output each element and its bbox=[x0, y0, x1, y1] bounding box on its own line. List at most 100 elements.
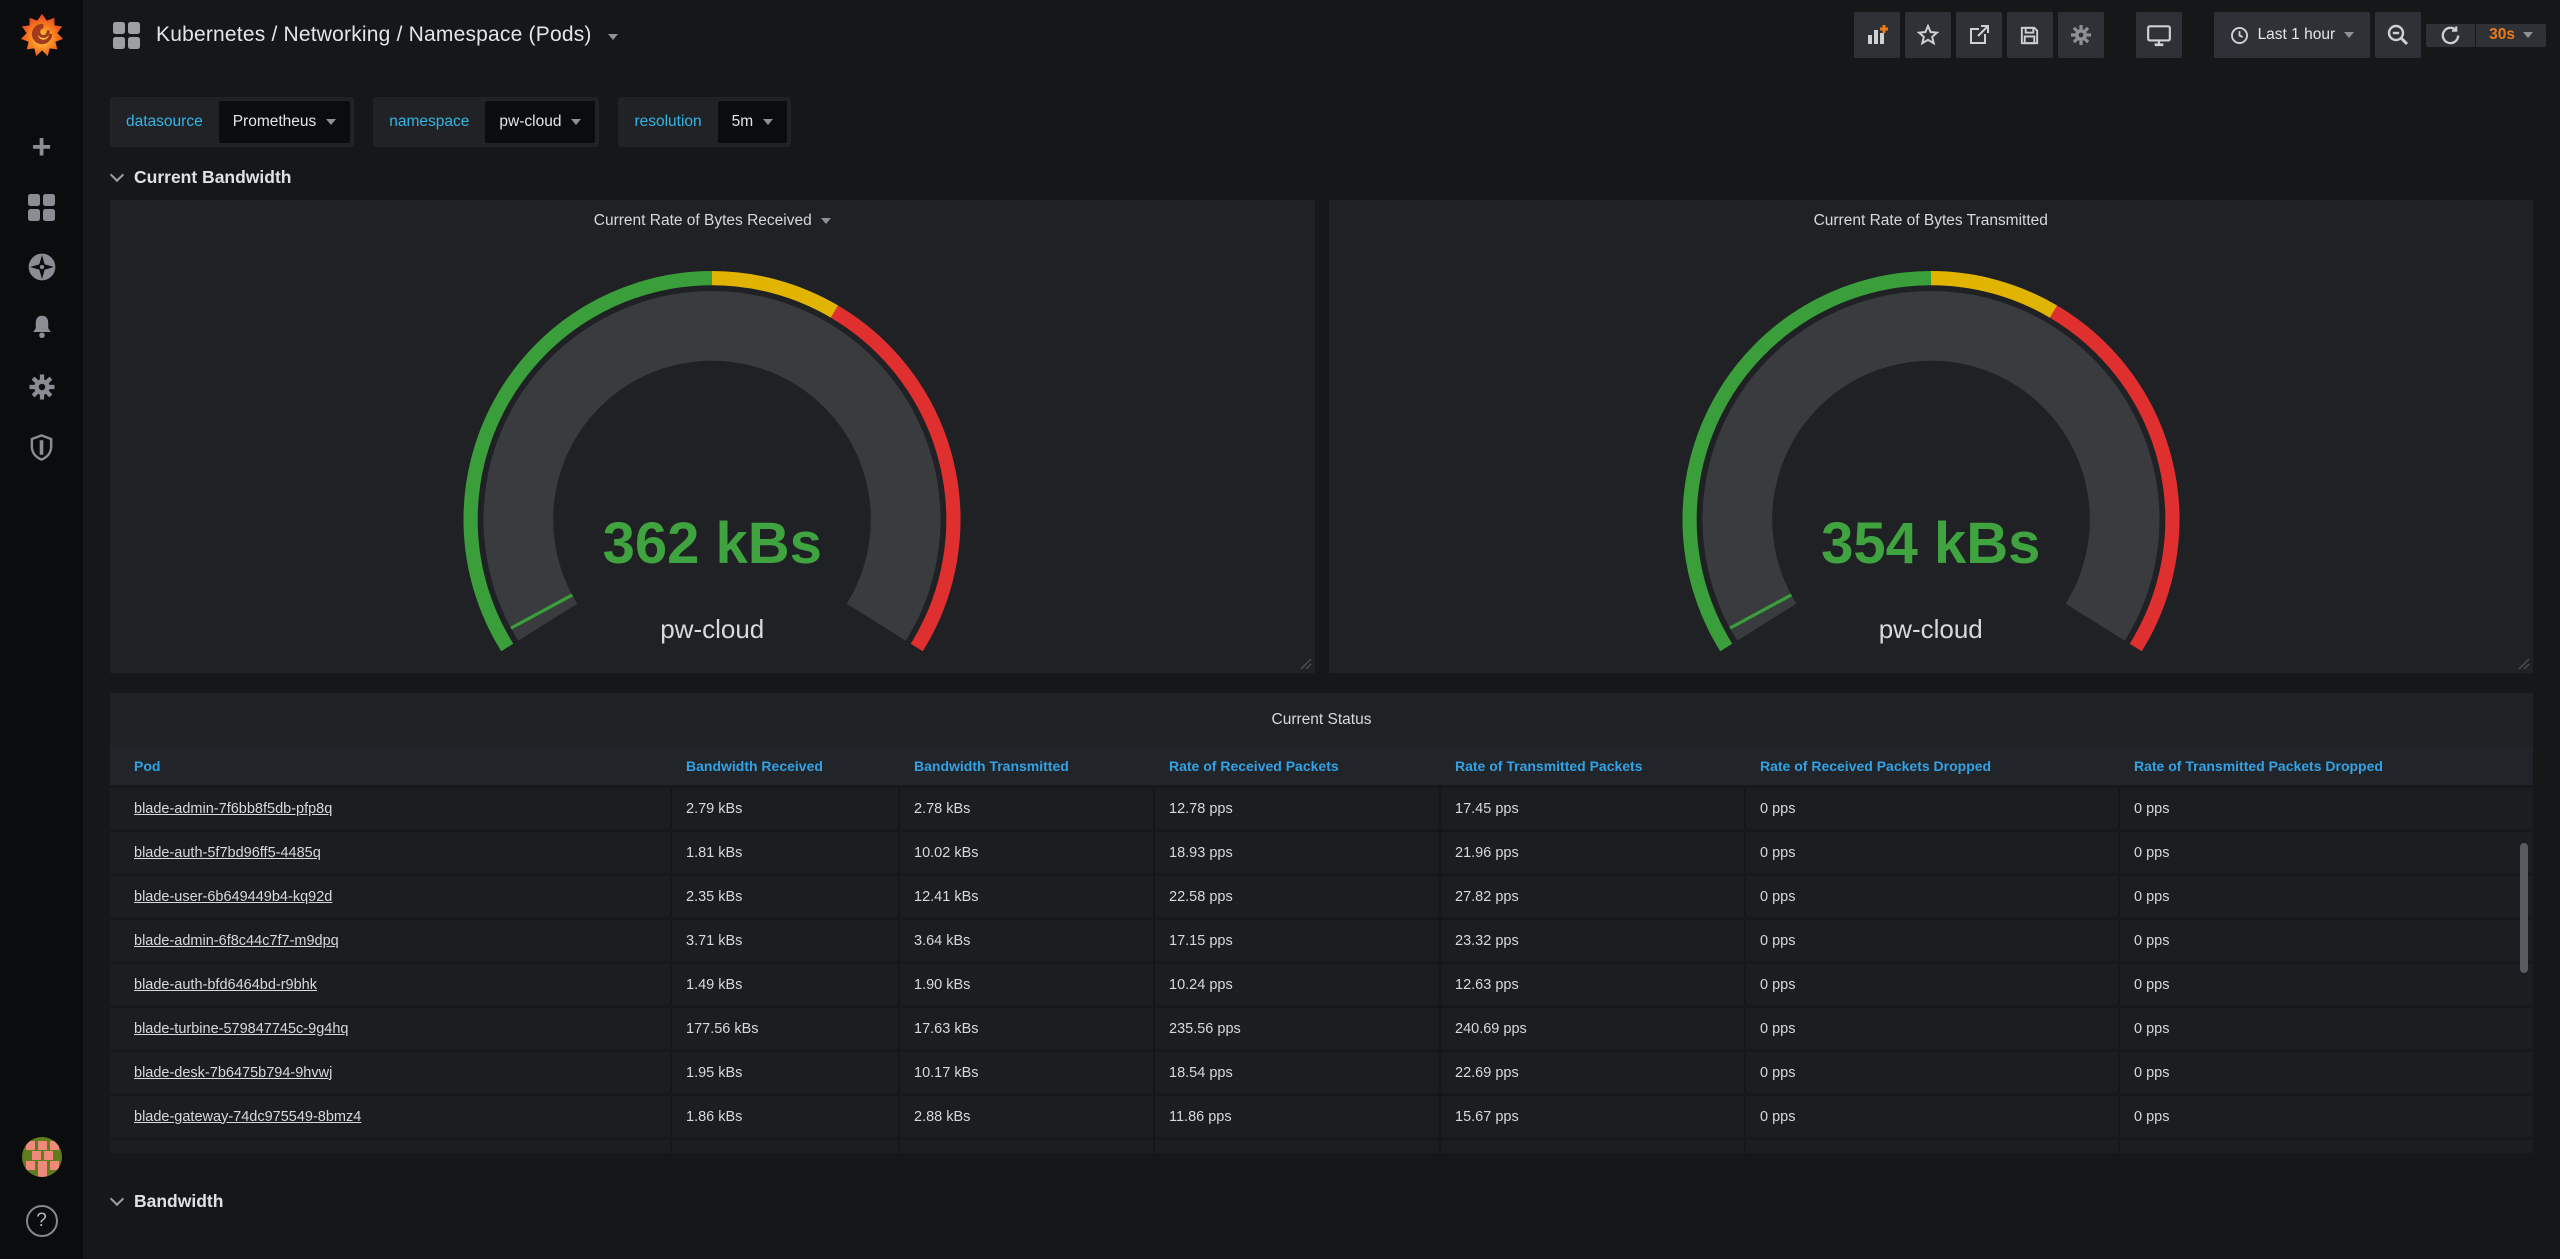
table-cell: 1.95 kBs bbox=[672, 1052, 900, 1093]
star-button[interactable] bbox=[1905, 12, 1951, 58]
table-cell: 0 pps bbox=[1746, 876, 2120, 917]
datasource-select[interactable]: Prometheus bbox=[219, 101, 351, 143]
table-cell: 2.78 kBs bbox=[900, 788, 1155, 829]
table-cell: 0 pps bbox=[2120, 964, 2533, 1005]
explore-compass-icon[interactable] bbox=[25, 250, 59, 284]
section-current-bandwidth[interactable]: Current Bandwidth bbox=[112, 167, 2533, 188]
table-cell: 2.88 kBs bbox=[900, 1096, 1155, 1137]
save-icon bbox=[2018, 24, 2041, 47]
column-header[interactable]: Rate of Transmitted Packets bbox=[1441, 758, 1746, 774]
table-row: blade-admin-7f6bb8f5db-pfp8q2.79 kBs2.78… bbox=[110, 785, 2533, 829]
table-cell: 68.66 pps bbox=[1441, 1140, 1746, 1153]
variable-label: namespace bbox=[373, 113, 485, 131]
table-cell: 0 pps bbox=[1746, 788, 2120, 829]
pod-link[interactable]: blade-turbine-579847745c-9g4hq bbox=[134, 1021, 348, 1037]
zoom-out-button[interactable] bbox=[2375, 12, 2421, 58]
pod-link[interactable]: blade-admin-6f8c44c7f7-m9dpq bbox=[134, 933, 339, 949]
table-cell: 1.81 kBs bbox=[672, 832, 900, 873]
share-button[interactable] bbox=[1956, 12, 2002, 58]
column-header[interactable]: Rate of Received Packets Dropped bbox=[1746, 758, 2120, 774]
variable-label: resolution bbox=[618, 113, 717, 131]
panel-resize-handle[interactable] bbox=[1300, 658, 1312, 670]
gauge-bytes-received: 362 kBs pw-cloud bbox=[110, 242, 1315, 673]
dashboard-settings-button[interactable] bbox=[2058, 12, 2104, 58]
column-header[interactable]: Rate of Received Packets bbox=[1155, 758, 1441, 774]
top-navbar: Kubernetes / Networking / Namespace (Pod… bbox=[83, 0, 2560, 70]
table-cell: 1.90 kBs bbox=[900, 964, 1155, 1005]
alerting-bell-icon[interactable] bbox=[25, 310, 59, 344]
tv-mode-button[interactable] bbox=[2136, 12, 2182, 58]
dashboard-title-button[interactable]: Kubernetes / Networking / Namespace (Pod… bbox=[113, 22, 618, 49]
table-cell: 0 pps bbox=[1746, 964, 2120, 1005]
zoom-out-icon bbox=[2386, 23, 2410, 47]
refresh-interval-picker[interactable]: 30s bbox=[2476, 24, 2546, 47]
resolution-select[interactable]: 5m bbox=[718, 101, 788, 143]
monitor-icon bbox=[2146, 22, 2172, 48]
pod-link[interactable]: blade-message-6dc46477cb-hks2n bbox=[134, 1153, 361, 1154]
column-header[interactable]: Bandwidth Transmitted bbox=[900, 758, 1155, 774]
table-cell: blade-turbine-579847745c-9g4hq bbox=[110, 1008, 672, 1049]
table-cell: blade-gateway-74dc975549-8bmz4 bbox=[110, 1096, 672, 1137]
column-header[interactable]: Rate of Transmitted Packets Dropped bbox=[2120, 758, 2533, 774]
table-cell: 10.24 pps bbox=[1155, 964, 1441, 1005]
refresh-button[interactable] bbox=[2426, 24, 2475, 47]
admin-shield-icon[interactable] bbox=[25, 430, 59, 464]
datasource-variable: datasource Prometheus bbox=[110, 97, 354, 147]
sidebar-bottom: ? bbox=[22, 1137, 62, 1259]
table-cell: 0 pps bbox=[1746, 1140, 2120, 1153]
pod-link[interactable]: blade-auth-bfd6464bd-r9bhk bbox=[134, 977, 317, 993]
sidebar: + bbox=[0, 0, 83, 1259]
table-cell: 1.86 kBs bbox=[672, 1096, 900, 1137]
table-scrollbar[interactable] bbox=[2520, 843, 2528, 973]
panel-resize-handle[interactable] bbox=[2518, 658, 2530, 670]
chevron-down-icon bbox=[821, 218, 831, 224]
panel-bytes-transmitted: Current Rate of Bytes Transmitted 354 kB… bbox=[1329, 200, 2534, 673]
panel-title-bytes-received[interactable]: Current Rate of Bytes Received bbox=[110, 200, 1315, 242]
panel-title-current-status[interactable]: Current Status bbox=[110, 693, 2533, 747]
star-icon bbox=[1916, 23, 1940, 47]
table-cell: 240.69 pps bbox=[1441, 1008, 1746, 1049]
dashboards-grid-icon[interactable] bbox=[25, 190, 59, 224]
table-cell: blade-desk-7b6475b794-9hvwj bbox=[110, 1052, 672, 1093]
table-cell: 3.64 kBs bbox=[900, 920, 1155, 961]
table-row: blade-user-6b649449b4-kq92d2.35 kBs12.41… bbox=[110, 873, 2533, 917]
table-cell: 0 pps bbox=[2120, 788, 2533, 829]
table-cell: 12.78 pps bbox=[1155, 788, 1441, 829]
chevron-down-icon bbox=[2523, 32, 2533, 38]
column-header[interactable]: Bandwidth Received bbox=[672, 758, 900, 774]
refresh-interval-label: 30s bbox=[2489, 26, 2515, 44]
gauge-series-label: pw-cloud bbox=[110, 614, 1315, 645]
help-icon[interactable]: ? bbox=[26, 1205, 58, 1237]
panel-title-bytes-transmitted[interactable]: Current Rate of Bytes Transmitted bbox=[1329, 200, 2534, 242]
pod-link[interactable]: blade-desk-7b6475b794-9hvwj bbox=[134, 1065, 332, 1081]
configuration-gear-icon[interactable] bbox=[25, 370, 59, 404]
create-plus-icon[interactable]: + bbox=[25, 130, 59, 164]
pod-link[interactable]: blade-user-6b649449b4-kq92d bbox=[134, 889, 332, 905]
namespace-variable: namespace pw-cloud bbox=[373, 97, 599, 147]
chevron-down-icon bbox=[571, 119, 581, 125]
time-range-picker[interactable]: Last 1 hour bbox=[2214, 12, 2371, 58]
page-title: Kubernetes / Networking / Namespace (Pod… bbox=[156, 23, 592, 47]
grafana-logo-icon[interactable] bbox=[19, 12, 65, 58]
save-button[interactable] bbox=[2007, 12, 2053, 58]
pod-link[interactable]: blade-gateway-74dc975549-8bmz4 bbox=[134, 1109, 361, 1125]
chevron-down-icon bbox=[2344, 32, 2354, 38]
dashboard-toolbar: Last 1 hour 30s bbox=[1854, 12, 2546, 58]
table-cell: 17.15 pps bbox=[1155, 920, 1441, 961]
table-cell: 10.02 kBs bbox=[900, 832, 1155, 873]
table-cell: 62.93 pps bbox=[1155, 1140, 1441, 1153]
user-avatar[interactable] bbox=[22, 1137, 62, 1177]
pod-link[interactable]: blade-admin-7f6bb8f5db-pfp8q bbox=[134, 801, 332, 817]
gear-icon bbox=[2069, 23, 2093, 47]
section-bandwidth[interactable]: Bandwidth bbox=[112, 1191, 2533, 1212]
gauge-value: 354 kBs bbox=[1329, 510, 2534, 577]
resolution-variable: resolution 5m bbox=[618, 97, 791, 147]
column-header[interactable]: Pod bbox=[110, 758, 672, 774]
time-range-label: Last 1 hour bbox=[2258, 26, 2336, 44]
table-row: blade-gateway-74dc975549-8bmz4 1.86 kBs2.… bbox=[110, 1093, 2533, 1137]
dashboard-grid-icon bbox=[113, 22, 140, 49]
table-cell: 12.63 pps bbox=[1441, 964, 1746, 1005]
namespace-select[interactable]: pw-cloud bbox=[485, 101, 595, 143]
add-panel-button[interactable] bbox=[1854, 12, 1900, 58]
pod-link[interactable]: blade-auth-5f7bd96ff5-4485q bbox=[134, 845, 321, 861]
